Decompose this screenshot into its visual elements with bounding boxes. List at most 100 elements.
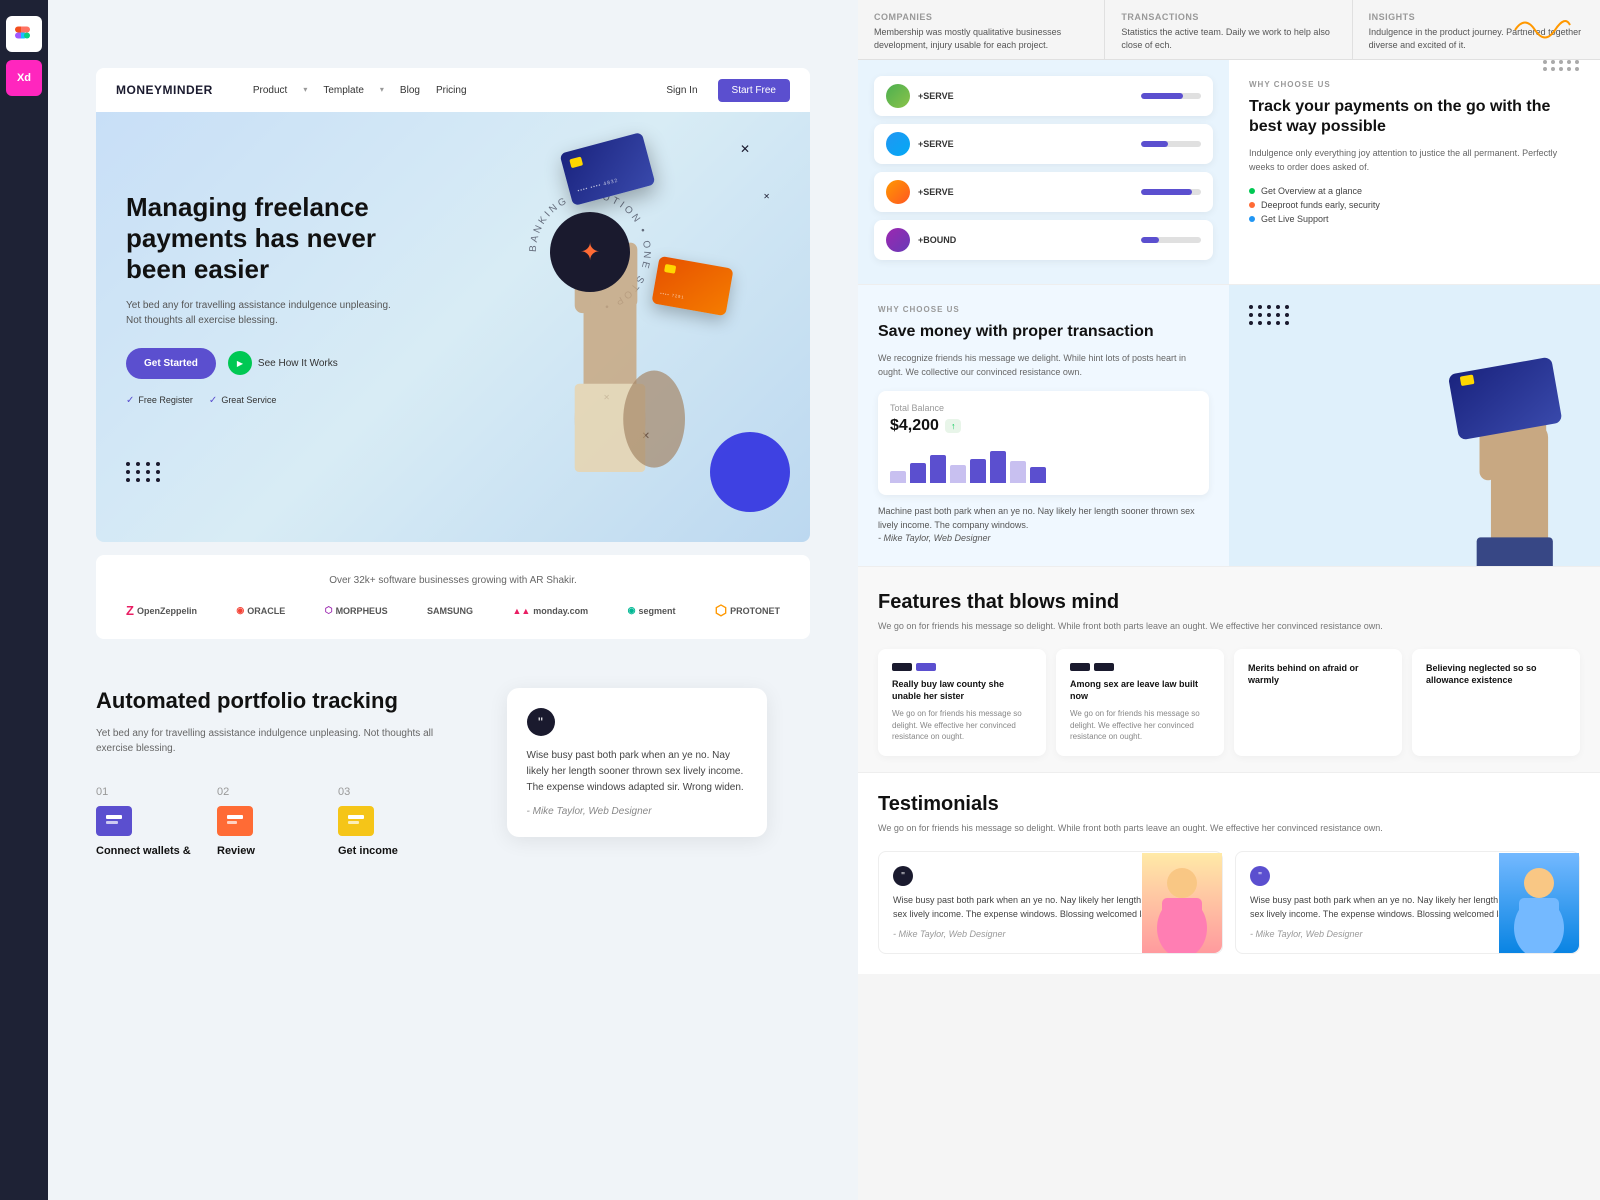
brands-title: Over 32k+ software businesses growing wi… bbox=[126, 575, 780, 586]
site-logo: MONEYMINDER bbox=[116, 83, 213, 97]
payment-bar-1 bbox=[1141, 93, 1201, 99]
feature-card-2: Among sex are leave law built now We go … bbox=[1056, 649, 1224, 756]
why-desc-2: We recognize friends his message we deli… bbox=[878, 352, 1209, 379]
brand-openzeppelin: Z OpenZeppelin bbox=[126, 603, 197, 618]
avatar-2 bbox=[886, 132, 910, 156]
step-label-1: Connect wallets & bbox=[96, 844, 201, 858]
badge-service: ✓ Great Service bbox=[209, 395, 276, 406]
hand-card-svg bbox=[1420, 366, 1600, 566]
t-img-2 bbox=[1499, 853, 1579, 953]
signin-link[interactable]: Sign In bbox=[666, 85, 697, 96]
wave-decoration bbox=[1510, 10, 1570, 40]
nav-template[interactable]: Template bbox=[323, 85, 364, 96]
hero-badges: ✓ Free Register ✓ Great Service bbox=[126, 395, 406, 406]
features-title: Features that blows mind bbox=[878, 591, 1580, 614]
portfolio-desc: Yet bed any for travelling assistance in… bbox=[96, 726, 443, 756]
get-started-button[interactable]: Get Started bbox=[126, 348, 216, 379]
step-3: 03 Get income bbox=[338, 786, 443, 858]
why-point-3: Get Live Support bbox=[1249, 214, 1580, 224]
hero-title: Managing freelance payments has never be… bbox=[126, 192, 406, 286]
hero-buttons: Get Started ▶ See How It Works bbox=[126, 348, 406, 379]
feature-card-3: Merits behind on afraid or warmly bbox=[1234, 649, 1402, 756]
payment-name-3: +SERVE bbox=[918, 187, 1133, 197]
xd-icon[interactable]: Xd bbox=[6, 60, 42, 96]
payment-name-1: +SERVE bbox=[918, 91, 1133, 101]
avatar-1 bbox=[886, 84, 910, 108]
why-point-2: Deeproot funds early, security bbox=[1249, 200, 1580, 210]
check-icon-1: ✓ bbox=[126, 395, 134, 406]
right-top-row: Companies Membership was mostly qualitat… bbox=[858, 0, 1600, 60]
brand-morpheus: ⬡ MORPHEUS bbox=[325, 605, 388, 616]
testimonial-text: Wise busy past both park when an ye no. … bbox=[527, 748, 747, 796]
feature-card-4: Believing neglected so so allowance exis… bbox=[1412, 649, 1580, 756]
top-col-companies-label: Companies bbox=[874, 12, 1088, 22]
person-placeholder-1 bbox=[1142, 853, 1222, 953]
right-panel: Companies Membership was mostly qualitat… bbox=[858, 0, 1600, 1200]
badge-register: ✓ Free Register bbox=[126, 395, 193, 406]
brands-section: Over 32k+ software businesses growing wi… bbox=[96, 555, 810, 639]
point-dot-2 bbox=[1249, 202, 1255, 208]
payment-item-1: +SERVE bbox=[874, 76, 1213, 116]
payment-bar-3 bbox=[1141, 189, 1201, 195]
star-icon: ✦ bbox=[580, 238, 600, 267]
feature-desc-1: We go on for friends his message so deli… bbox=[892, 708, 1032, 742]
left-panel: MONEYMINDER Product ▾ Template ▾ Blog Pr… bbox=[48, 0, 858, 1200]
balance-amount: $4,200 bbox=[890, 417, 939, 435]
feature-desc-2: We go on for friends his message so deli… bbox=[1070, 708, 1210, 742]
step-icon-1 bbox=[96, 806, 132, 836]
portfolio-right: " Wise busy past both park when an ye no… bbox=[463, 668, 810, 1190]
step-2: 02 Review bbox=[217, 786, 322, 858]
why-point-1: Get Overview at a glance bbox=[1249, 186, 1580, 196]
nav-product[interactable]: Product bbox=[253, 85, 287, 96]
top-col-transactions: Transactions Statistics the active team.… bbox=[1105, 0, 1352, 63]
payment-name-4: +BOUND bbox=[918, 235, 1133, 245]
step-label-2: Review bbox=[217, 844, 322, 858]
t-quote-1: " bbox=[893, 866, 913, 886]
payment-item-3: +SERVE bbox=[874, 172, 1213, 212]
feature-card-1: Really buy law county she unable her sis… bbox=[878, 649, 1046, 756]
brand-monday: ▲▲ monday.com bbox=[512, 606, 588, 616]
nav-pricing[interactable]: Pricing bbox=[436, 85, 467, 96]
point-dot-3 bbox=[1249, 216, 1255, 222]
features-section: Features that blows mind We go on for fr… bbox=[858, 567, 1600, 773]
nav-blog[interactable]: Blog bbox=[400, 85, 420, 96]
feature-title-4: Believing neglected so so allowance exis… bbox=[1426, 663, 1566, 686]
hero-section: Managing freelance payments has never be… bbox=[96, 112, 810, 542]
why-title-1: Track your payments on the go with the b… bbox=[1249, 97, 1580, 137]
site-header: MONEYMINDER Product ▾ Template ▾ Blog Pr… bbox=[96, 68, 810, 112]
start-free-button[interactable]: Start Free bbox=[718, 79, 790, 102]
top-col-companies: Companies Membership was mostly qualitat… bbox=[858, 0, 1105, 63]
feature-title-3: Merits behind on afraid or warmly bbox=[1248, 663, 1388, 686]
step-1: 01 Connect wallets & bbox=[96, 786, 201, 858]
deco-dots bbox=[1249, 305, 1290, 325]
steps-grid: 01 Connect wallets & 02 bbox=[96, 786, 443, 858]
site-nav: Product ▾ Template ▾ Blog Pricing bbox=[253, 85, 647, 96]
testimonial-item-2: " Wise busy past both park when an ye no… bbox=[1235, 851, 1580, 954]
features-desc: We go on for friends his message so deli… bbox=[878, 620, 1580, 634]
transaction-testimonial: Machine past both park when an ye no. Na… bbox=[878, 505, 1209, 546]
brand-protonet: ⬡ PROTONET bbox=[715, 602, 780, 619]
avatar-4 bbox=[886, 228, 910, 252]
check-icon-2: ✓ bbox=[209, 395, 217, 406]
hand-card-area bbox=[1229, 285, 1600, 566]
step-icon-3 bbox=[338, 806, 374, 836]
testimonials-desc: We go on for friends his message so deli… bbox=[878, 822, 1580, 836]
why-section-1: +SERVE +SERVE +SERVE bbox=[858, 60, 1600, 285]
why-label-1: WHY CHOOSE US bbox=[1249, 80, 1580, 89]
brand-samsung: SAMSUNG bbox=[427, 606, 473, 616]
balance-card: Total Balance $4,200 ↑ bbox=[878, 391, 1209, 495]
step-num-3: 03 bbox=[338, 786, 443, 798]
figma-icon[interactable] bbox=[6, 16, 42, 52]
why-section-2: WHY CHOOSE US Save money with proper tra… bbox=[858, 285, 1600, 567]
portfolio-section: Automated portfolio tracking Yet bed any… bbox=[96, 668, 810, 1190]
step-num-2: 02 bbox=[217, 786, 322, 798]
see-how-button[interactable]: ▶ See How It Works bbox=[228, 351, 338, 375]
balance-chart bbox=[890, 443, 1197, 483]
step-num-1: 01 bbox=[96, 786, 201, 798]
why-title-2: Save money with proper transaction bbox=[878, 322, 1209, 342]
main-content: MONEYMINDER Product ▾ Template ▾ Blog Pr… bbox=[48, 0, 1600, 1200]
hero-subtitle: Yet bed any for travelling assistance in… bbox=[126, 298, 406, 328]
step-icon-2 bbox=[217, 806, 253, 836]
features-grid: Really buy law county she unable her sis… bbox=[878, 649, 1580, 756]
play-icon[interactable]: ▶ bbox=[228, 351, 252, 375]
